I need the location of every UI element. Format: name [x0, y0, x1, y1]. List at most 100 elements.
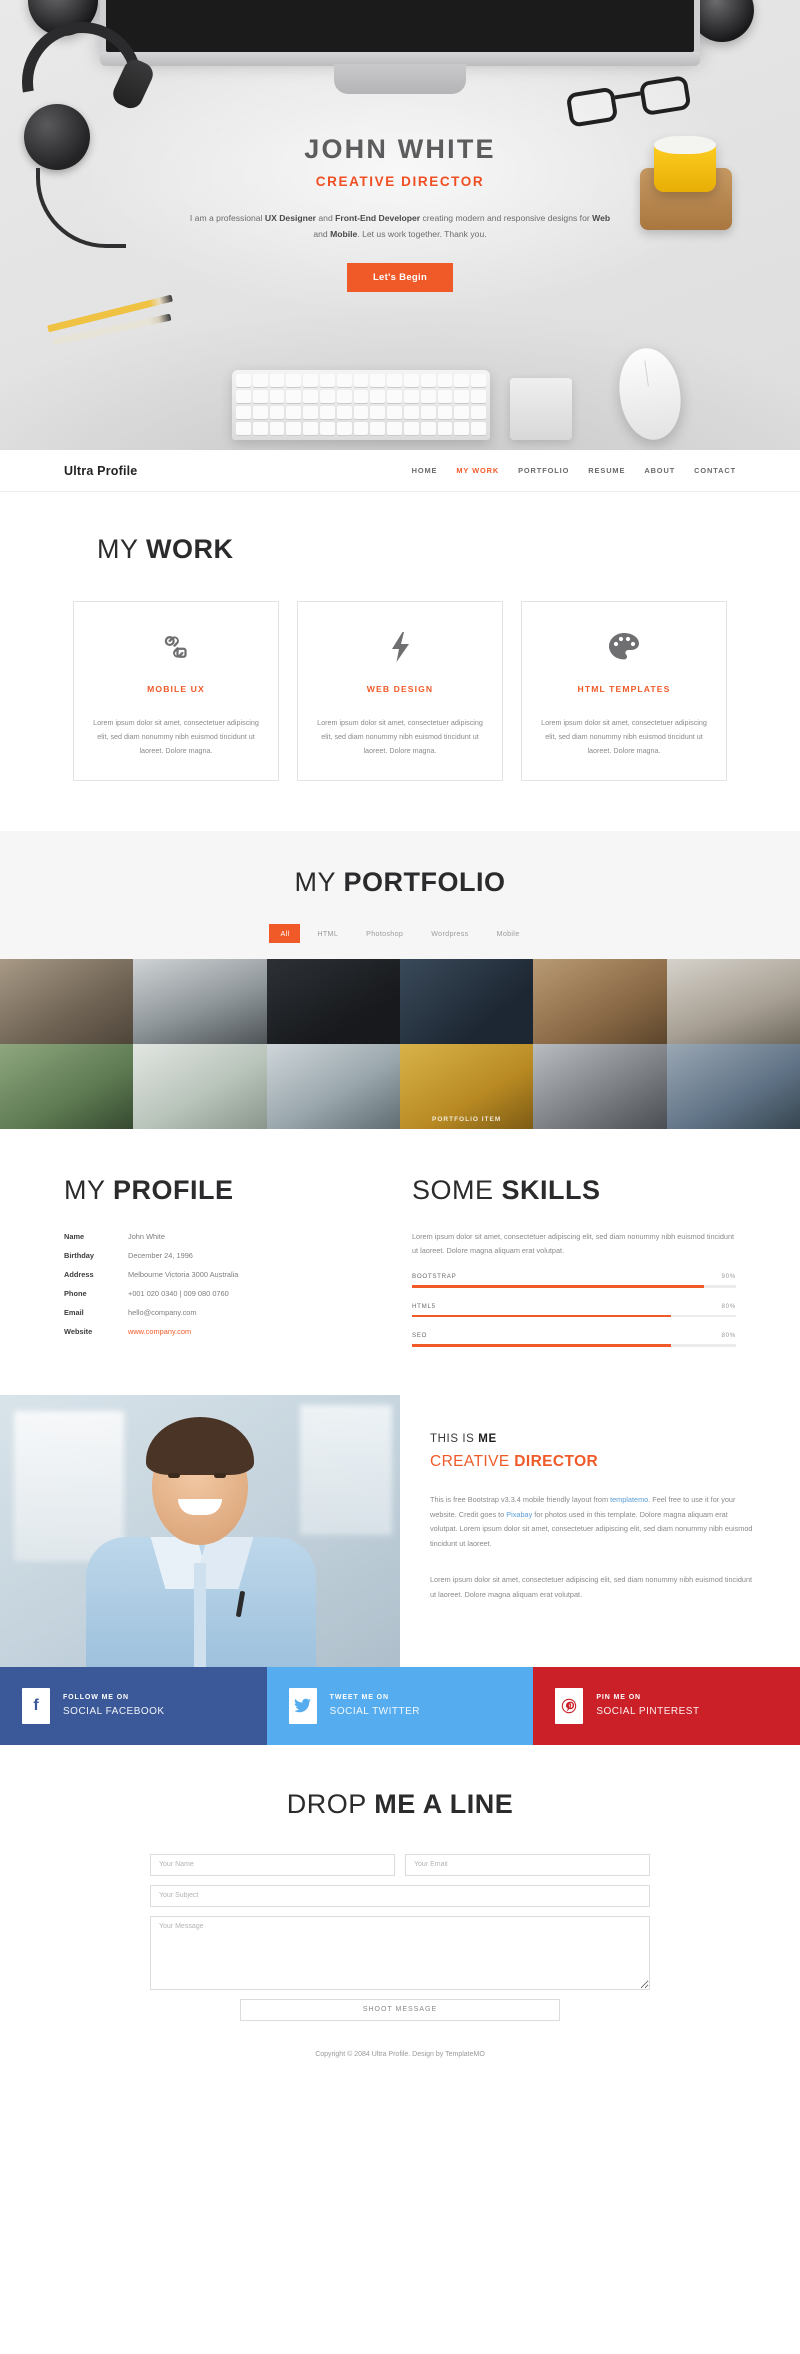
- title-bold: WORK: [146, 534, 234, 564]
- skill-bar-track: [412, 1314, 736, 1318]
- skill-percent: 80%: [721, 1332, 736, 1340]
- portfolio-tile[interactable]: [133, 1044, 267, 1129]
- skill-bootstrap: BOOTSTRAP 90%: [412, 1273, 736, 1288]
- portfolio-tile[interactable]: [666, 1044, 800, 1129]
- hero-desc-bold: Front-End Developer: [335, 213, 421, 223]
- profile-info-table: Name John White Birthday December 24, 19…: [64, 1232, 374, 1336]
- skill-bar-fill: [412, 1314, 672, 1318]
- subject-input[interactable]: [150, 1884, 650, 1907]
- kicker-light: THIS IS: [430, 1432, 479, 1445]
- social-twitter-block[interactable]: TWEET ME ON SOCIAL TWITTER: [266, 1666, 534, 1745]
- about-kicker: THIS IS ME: [430, 1433, 756, 1445]
- main-navbar: Ultra Profile HOME MY WORK PORTFOLIO RES…: [0, 450, 800, 492]
- hero-role: CREATIVE DIRECTOR: [315, 174, 485, 189]
- about-role: CREATIVE DIRECTOR: [430, 1453, 756, 1471]
- portfolio-tile[interactable]: [666, 959, 800, 1044]
- title-light: MY: [64, 1175, 114, 1205]
- service-card-text: Lorem ipsum dolor sit amet, consectetuer…: [317, 718, 483, 756]
- about-text-column: THIS IS ME CREATIVE DIRECTOR This is fre…: [400, 1394, 800, 1667]
- portfolio-tile[interactable]: [533, 1044, 667, 1129]
- footer-copyright: Copyright © 2084 Ultra Profile. Design b…: [315, 2050, 485, 2058]
- service-card-text: Lorem ipsum dolor sit amet, consectetuer…: [541, 718, 707, 756]
- portfolio-filters: All HTML Photoshop Wordpress Mobile: [0, 924, 800, 959]
- profile-key: Phone: [64, 1289, 87, 1298]
- nav-item-home[interactable]: HOME: [412, 466, 438, 475]
- portfolio-tile[interactable]: [399, 959, 534, 1044]
- service-cards: MOBILE UX Lorem ipsum dolor sit amet, co…: [0, 601, 800, 781]
- imac-monitor-decor: [100, 0, 700, 58]
- social-facebook-block[interactable]: f FOLLOW ME ON SOCIAL FACEBOOK: [0, 1666, 267, 1745]
- social-pinterest-block[interactable]: PIN ME ON SOCIAL PINTEREST: [533, 1666, 800, 1745]
- about-portrait-photo: [0, 1394, 400, 1667]
- profile-skills-section: MY PROFILE Name John White Birthday Dece…: [0, 1129, 800, 1395]
- brand-logo[interactable]: Ultra Profile: [64, 464, 137, 478]
- hero-desc-bold: Web: [592, 213, 611, 223]
- email-input[interactable]: [405, 1853, 650, 1876]
- name-input[interactable]: [150, 1853, 395, 1876]
- portfolio-tile[interactable]: [266, 1044, 400, 1129]
- nav-item-resume[interactable]: RESUME: [588, 466, 625, 475]
- contact-section: DROP ME A LINE SHOOT MESSAGE Copyright ©…: [0, 1744, 800, 2098]
- my-work-section: MY WORK MOBILE UX Lorem ipsum dolor sit …: [0, 492, 800, 831]
- profile-value: hello@company.com: [128, 1308, 197, 1317]
- nav-item-contact[interactable]: CONTACT: [694, 466, 736, 475]
- role-light: CREATIVE: [430, 1452, 515, 1470]
- profile-key: Email: [64, 1308, 84, 1317]
- pixabay-link[interactable]: Pixabay: [506, 1510, 532, 1519]
- filter-wordpress[interactable]: Wordpress: [420, 924, 479, 943]
- service-card-title: MOBILE UX: [147, 684, 205, 694]
- profile-row-phone: Phone +001 020 0340 | 009 080 0760: [64, 1289, 374, 1298]
- lets-begin-button[interactable]: Let's Begin: [346, 262, 454, 292]
- service-card-text: Lorem ipsum dolor sit amet, consectetuer…: [93, 718, 259, 756]
- filter-html[interactable]: HTML: [306, 924, 349, 943]
- service-card-web-design[interactable]: WEB DESIGN Lorem ipsum dolor sit amet, c…: [297, 601, 503, 781]
- profile-key: Birthday: [64, 1251, 94, 1260]
- skill-bar-track: [412, 1285, 736, 1288]
- hero-name: JOHN WHITE: [304, 134, 496, 164]
- profile-website-link[interactable]: www.company.com: [128, 1327, 191, 1336]
- profile-value: John White: [128, 1232, 165, 1241]
- shoot-message-button[interactable]: SHOOT MESSAGE: [240, 1998, 560, 2021]
- portfolio-tile[interactable]: [0, 959, 134, 1044]
- profile-row-name: Name John White: [64, 1232, 374, 1241]
- portfolio-tile[interactable]: [0, 1044, 134, 1129]
- contact-title: DROP ME A LINE: [0, 1789, 800, 1820]
- profile-key: Website: [64, 1327, 93, 1336]
- hero-desc-part: and: [313, 228, 331, 239]
- profile-value: December 24, 1996: [128, 1251, 193, 1260]
- skill-percent: 90%: [721, 1273, 736, 1281]
- portfolio-tile[interactable]: [133, 959, 267, 1044]
- nav-links: HOME MY WORK PORTFOLIO RESUME ABOUT CONT…: [412, 466, 736, 475]
- profile-key: Address: [64, 1270, 94, 1279]
- skill-label: HTML5: [412, 1302, 436, 1310]
- skill-html5: HTML5 80%: [412, 1303, 736, 1318]
- portfolio-grid: PORTFOLIO ITEM: [0, 959, 800, 1129]
- filter-mobile[interactable]: Mobile: [486, 924, 531, 943]
- portfolio-tile[interactable]: PORTFOLIO ITEM: [399, 1044, 534, 1129]
- profile-value: +001 020 0340 | 009 080 0760: [128, 1289, 229, 1298]
- title-bold: ME A LINE: [374, 1788, 514, 1819]
- service-card-html-templates[interactable]: HTML TEMPLATES Lorem ipsum dolor sit ame…: [521, 601, 727, 781]
- portfolio-tile[interactable]: [266, 959, 400, 1044]
- hero-copy: JOHN WHITE CREATIVE DIRECTOR I am a prof…: [0, 134, 800, 292]
- filter-all[interactable]: All: [269, 924, 301, 943]
- about-section: THIS IS ME CREATIVE DIRECTOR This is fre…: [0, 1394, 800, 1667]
- service-card-mobile-ux[interactable]: MOBILE UX Lorem ipsum dolor sit amet, co…: [73, 601, 279, 781]
- portfolio-landing-page: JOHN WHITE CREATIVE DIRECTOR I am a prof…: [0, 0, 800, 2098]
- nav-item-portfolio[interactable]: PORTFOLIO: [518, 466, 569, 475]
- skill-label: BOOTSTRAP: [412, 1273, 457, 1281]
- profile-row-address: Address Melbourne Victoria 3000 Australi…: [64, 1270, 374, 1279]
- templatemo-link[interactable]: templatemo: [610, 1495, 648, 1504]
- filter-photoshop[interactable]: Photoshop: [355, 924, 414, 943]
- skills-intro-text: Lorem ipsum dolor sit amet, consectetuer…: [412, 1232, 735, 1256]
- skill-bar-fill: [412, 1344, 672, 1347]
- social-bar: f FOLLOW ME ON SOCIAL FACEBOOK TWEET ME …: [0, 1666, 800, 1745]
- portfolio-tile[interactable]: [533, 959, 667, 1044]
- title-bold: PORTFOLIO: [343, 867, 506, 897]
- nav-item-my-work[interactable]: MY WORK: [456, 466, 499, 475]
- message-textarea[interactable]: [150, 1915, 650, 1990]
- some-skills-title: SOME SKILLS: [412, 1175, 736, 1206]
- profile-value: Melbourne Victoria 3000 Australia: [128, 1270, 239, 1279]
- portfolio-title: MY PORTFOLIO: [0, 867, 800, 898]
- nav-item-about[interactable]: ABOUT: [644, 466, 675, 475]
